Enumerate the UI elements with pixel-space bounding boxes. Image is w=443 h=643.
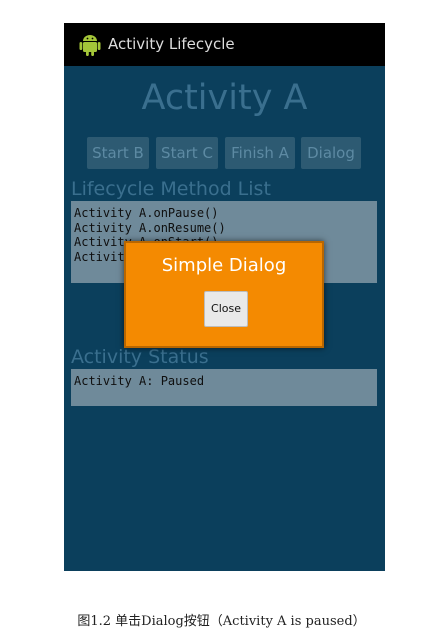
status-list: Activity A: Paused [71, 369, 377, 406]
simple-dialog: Simple Dialog Close [124, 241, 324, 348]
list-item: Activity A.onResume() [74, 220, 226, 235]
app-title: Activity Lifecycle [108, 35, 235, 53]
android-robot-icon [79, 35, 101, 56]
dialog-title: Simple Dialog [161, 255, 287, 276]
start-b-button[interactable]: Start B [87, 137, 149, 169]
figure-caption: 图1.2 单击Dialog按钮（Activity A is paused） [77, 614, 366, 629]
dialog-button[interactable]: Dialog [301, 137, 361, 169]
action-bar: Activity Lifecycle [64, 23, 385, 66]
list-item: Activity A: Paused [74, 374, 205, 388]
list-item: Activity A.onPause() [74, 206, 219, 220]
activity-title: Activity A [141, 78, 308, 118]
start-c-button[interactable]: Start C [156, 137, 218, 169]
status-heading: Activity Status [71, 346, 209, 368]
lifecycle-heading: Lifecycle Method List [71, 178, 271, 200]
finish-a-button[interactable]: Finish A [225, 137, 295, 169]
close-button[interactable]: Close [204, 291, 248, 327]
